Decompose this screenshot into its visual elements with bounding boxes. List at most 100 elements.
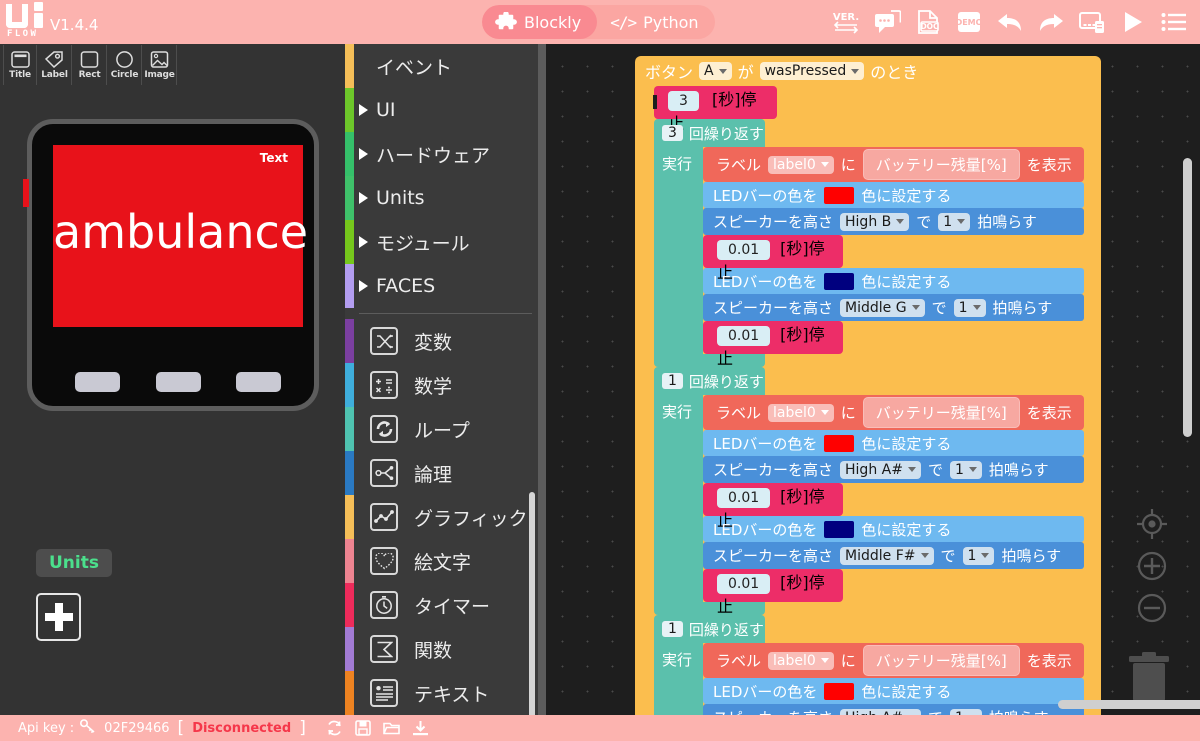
shape-tool-label[interactable]: Label xyxy=(38,45,72,85)
wait-block[interactable]: 0.01 [秒]停止 xyxy=(653,95,843,616)
app-logo[interactable]: FLOW V1.4.4 xyxy=(6,2,98,39)
repeat-loop-block[interactable]: 1 回繰り返す 実行 ラベル label0 にバッテリー残量[%] を表示 LEDバーの色を色… xyxy=(653,95,1101,616)
toolbox-block-8[interactable]: テキスト xyxy=(345,671,538,715)
shape-tool-circle[interactable]: Circle xyxy=(108,45,142,85)
toolbox-block-0[interactable]: 変数 xyxy=(345,319,538,363)
toolbox-category-4[interactable]: モジュール xyxy=(345,220,538,264)
wait-value[interactable]: 3 xyxy=(668,91,699,111)
download-icon[interactable] xyxy=(412,720,429,736)
toolbox-block-3[interactable]: 論理 xyxy=(345,451,538,495)
speaker-beats-dropdown[interactable]: 1 xyxy=(949,460,982,479)
speaker-note-dropdown[interactable]: Middle F# xyxy=(840,546,934,565)
speaker-note-dropdown[interactable]: Middle G xyxy=(840,298,925,317)
label-target-dropdown[interactable]: label0 xyxy=(768,403,834,422)
add-unit-button[interactable] xyxy=(36,593,81,641)
color-swatch[interactable] xyxy=(824,186,855,204)
wait-value[interactable]: 0.01 xyxy=(717,574,771,594)
wait-value[interactable]: 0.01 xyxy=(717,240,771,260)
led-bar-color-block[interactable]: LEDバーの色を 色に設定する xyxy=(703,516,1084,542)
screen-big-text[interactable]: ambulance xyxy=(53,209,308,255)
zoom-in-icon[interactable] xyxy=(1134,548,1170,588)
color-swatch[interactable] xyxy=(824,682,855,700)
speaker-tone-block[interactable]: スピーカーを高さ Middle G で 1 拍鳴らす xyxy=(703,294,1084,321)
chat-icon[interactable] xyxy=(873,8,901,36)
label-value-block[interactable]: バッテリー残量[%] xyxy=(862,645,1020,676)
toolbox-block-4[interactable]: グラフィック xyxy=(345,495,538,539)
open-folder-icon[interactable] xyxy=(383,720,400,736)
workspace-vertical-scrollbar[interactable] xyxy=(1183,158,1192,437)
screen-small-text[interactable]: Text xyxy=(260,151,288,165)
tab-python[interactable]: </> Python xyxy=(597,5,714,39)
speaker-tone-block[interactable]: スピーカーを高さ Middle F# で 1 拍鳴らす xyxy=(703,542,1084,569)
tab-blockly[interactable]: Blockly xyxy=(482,5,598,39)
refresh-icon[interactable] xyxy=(326,720,343,736)
shape-tool-rect[interactable]: Rect xyxy=(73,45,107,85)
device-button-b[interactable] xyxy=(155,372,201,392)
redo-icon[interactable] xyxy=(1037,8,1065,36)
event-state-dropdown[interactable]: wasPressed xyxy=(759,62,865,80)
toolbox-category-2[interactable]: ハードウェア xyxy=(345,132,538,176)
toolbox-scrollbar[interactable] xyxy=(529,492,535,720)
toolbox-category-5[interactable]: FACES xyxy=(345,264,538,308)
device-screen[interactable]: Text ambulance xyxy=(53,145,308,327)
center-target-icon[interactable] xyxy=(1134,506,1170,546)
led-bar-color-block[interactable]: LEDバーの色を 色に設定する xyxy=(703,678,1084,704)
undo-icon[interactable] xyxy=(996,8,1024,36)
label-display-block[interactable]: ラベル label0 にバッテリー残量[%] を表示 xyxy=(703,147,1084,182)
demo-icon[interactable]: DEMO xyxy=(955,8,983,36)
speaker-beats-dropdown[interactable]: 1 xyxy=(962,546,995,565)
speaker-tone-block[interactable]: スピーカーを高さ High B で 1 拍鳴らす xyxy=(703,208,1084,235)
shape-tool-title[interactable]: Title xyxy=(3,45,37,85)
speaker-beats-dropdown[interactable]: 1 xyxy=(953,298,986,317)
speaker-note-dropdown[interactable]: High A# xyxy=(840,460,921,479)
blockly-workspace[interactable]: ボタン A が wasPressed のとき 3 [秒]停止 3 回繰り返す 実… xyxy=(538,44,1200,715)
speaker-tone-block[interactable]: スピーカーを高さHigh A#で1拍鳴らす xyxy=(703,704,1084,715)
event-block[interactable]: ボタン A が wasPressed のとき 3 [秒]停止 3 回繰り返す 実… xyxy=(635,56,1101,715)
color-swatch[interactable] xyxy=(824,434,855,452)
menu-icon[interactable] xyxy=(1160,8,1188,36)
loop-count[interactable]: 1 xyxy=(662,621,683,637)
zoom-out-icon[interactable] xyxy=(1134,590,1170,630)
device-button-a[interactable] xyxy=(75,372,120,392)
speaker-tone-block[interactable]: スピーカーを高さHigh A#で1拍鳴らす xyxy=(703,456,1084,483)
label-display-block[interactable]: ラベル label0 にバッテリー残量[%] を表示 xyxy=(703,395,1084,430)
toolbox-category-0[interactable]: イベント xyxy=(345,44,538,88)
version-icon[interactable]: VER. xyxy=(832,8,860,36)
speaker-beats-dropdown[interactable]: 1 xyxy=(938,212,971,231)
device-button-c[interactable] xyxy=(236,372,281,392)
toolbox-block-7[interactable]: 関数 xyxy=(345,627,538,671)
wait-block[interactable]: 0.01 [秒]停止 xyxy=(653,95,843,282)
toolbox-category-3[interactable]: Units xyxy=(345,176,538,220)
repeat-loop-block[interactable]: 3 回繰り返す 実行 ラベル label0 にバッテリー残量[%] を表示 LEDバーの色を色… xyxy=(653,95,1101,368)
label-value-block[interactable]: バッテリー残量[%] xyxy=(862,397,1020,428)
speaker-note-dropdown[interactable]: High B xyxy=(840,212,910,231)
toolbox-category-1[interactable]: UI xyxy=(345,88,538,132)
run-icon[interactable] xyxy=(1119,8,1147,36)
doc-icon[interactable]: DOC xyxy=(914,8,942,36)
wait-value[interactable]: 0.01 xyxy=(717,326,771,346)
color-swatch[interactable] xyxy=(824,272,855,290)
shape-tool-image[interactable]: Image xyxy=(143,45,177,85)
label-value-block[interactable]: バッテリー残量[%] xyxy=(862,149,1020,180)
wait-value[interactable]: 0.01 xyxy=(717,488,771,508)
units-title[interactable]: Units xyxy=(36,549,112,577)
toolbox-block-5[interactable]: 絵文字 xyxy=(345,539,538,583)
led-bar-color-block[interactable]: LEDバーの色を 色に設定する xyxy=(703,430,1084,456)
loop-count[interactable]: 3 xyxy=(662,125,683,141)
trash-icon[interactable] xyxy=(1126,648,1172,708)
color-swatch[interactable] xyxy=(824,520,855,538)
save-icon[interactable] xyxy=(355,720,371,736)
wait-block[interactable]: 0.01 [秒]停止 xyxy=(653,95,843,368)
device-preview[interactable]: Text ambulance xyxy=(23,119,319,411)
led-bar-color-block[interactable]: LEDバーの色を 色に設定する xyxy=(703,182,1084,208)
wait-block[interactable]: 0.01 [秒]停止 xyxy=(653,95,843,530)
led-bar-color-block[interactable]: LEDバーの色を 色に設定する xyxy=(703,268,1084,294)
toolbox-block-6[interactable]: タイマー xyxy=(345,583,538,627)
loop-count[interactable]: 1 xyxy=(662,373,683,389)
label-target-dropdown[interactable]: label0 xyxy=(768,155,834,174)
toolbox-block-2[interactable]: ループ xyxy=(345,407,538,451)
screen-icon[interactable] xyxy=(1078,8,1106,36)
repeat-loop-block[interactable]: 1 回繰り返す 実行 ラベル label0 にバッテリー残量[%] を表示 LEDバーの色を色… xyxy=(654,615,1101,715)
wait-block[interactable]: 3 [秒]停止 xyxy=(653,86,777,133)
label-display-block[interactable]: ラベル label0 にバッテリー残量[%] を表示 xyxy=(703,643,1084,678)
